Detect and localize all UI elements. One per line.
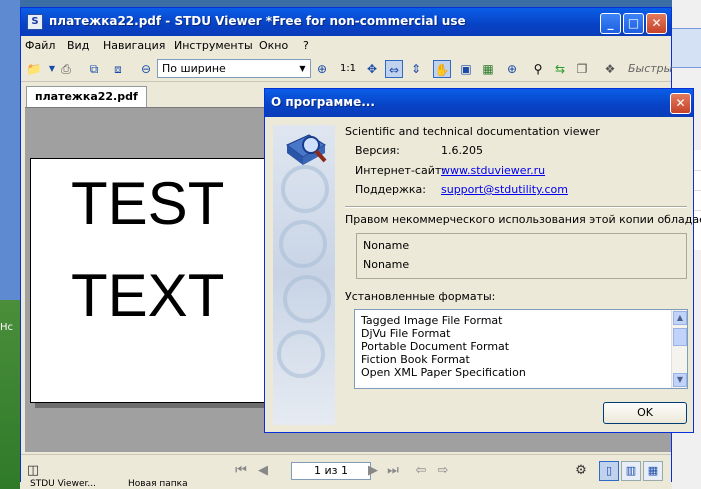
fit-width-icon[interactable]: ⇔: [385, 60, 403, 78]
close-button[interactable]: ✕: [646, 13, 667, 34]
menu-navigation[interactable]: Навигация: [103, 39, 165, 52]
taskbar: STDU Viewer... Новая папка: [20, 479, 672, 489]
taskbar-item-viewer[interactable]: STDU Viewer...: [30, 479, 96, 489]
divider: [345, 206, 687, 208]
print-icon[interactable]: ⎙: [57, 60, 75, 78]
about-dialog: О программе... ✕ Scientific and technica…: [264, 88, 701, 433]
list-item[interactable]: Open XML Paper Specification: [361, 366, 526, 379]
last-page-icon[interactable]: ⏭: [385, 463, 401, 479]
scroll-down-icon[interactable]: ▼: [673, 373, 687, 387]
first-page-icon[interactable]: ⏮: [233, 463, 249, 479]
toolbar: 📁 ▼ ⎙ ⧉ ⧈ ⊖ По ширине ▼ ⊕ 1:1 ✥ ⇔ ⇕ ✋ ▣ …: [21, 56, 672, 82]
dialog-close-button[interactable]: ✕: [670, 93, 691, 114]
zoom-select[interactable]: По ширине ▼: [157, 59, 311, 78]
zoom-out-icon[interactable]: ⊖: [137, 60, 155, 78]
list-item[interactable]: Tagged Image File Format: [361, 314, 502, 327]
select-image-icon[interactable]: ▦: [479, 60, 497, 78]
page-text-line-2: TEXT: [71, 262, 225, 329]
grid-view-icon[interactable]: ▦: [643, 461, 663, 481]
sidebar-toggle-icon[interactable]: ◫: [25, 463, 41, 479]
website-link[interactable]: www.stduviewer.ru: [441, 164, 545, 177]
version-value: 1.6.205: [441, 144, 483, 157]
previous-page-icon[interactable]: ◀: [255, 463, 271, 479]
owner-organization: Noname: [363, 258, 410, 271]
open-folder-icon[interactable]: 📁: [25, 60, 43, 78]
formats-label: Установленные форматы:: [345, 290, 496, 303]
back-icon[interactable]: ⇦: [413, 463, 429, 479]
sync-icon[interactable]: ⇆: [551, 60, 569, 78]
title-bar[interactable]: S платежка22.pdf - STDU Viewer *Free for…: [21, 8, 671, 36]
dialog-title-bar[interactable]: О программе... ✕: [265, 89, 693, 117]
fit-page-icon[interactable]: ✥: [363, 60, 381, 78]
forward-icon[interactable]: ⇨: [435, 463, 451, 479]
version-label: Версия:: [355, 144, 400, 157]
menu-view[interactable]: Вид: [67, 39, 89, 52]
page-text-line-1: TEST: [71, 170, 225, 237]
page-rotate-icon[interactable]: ⧈: [109, 60, 127, 78]
quick-search-label[interactable]: Быстры: [628, 62, 672, 75]
settings-gear-icon[interactable]: ⚙: [573, 463, 589, 479]
product-description: Scientific and technical documentation v…: [345, 125, 600, 138]
two-page-view-icon[interactable]: ▥: [621, 461, 641, 481]
maximize-button[interactable]: □: [623, 13, 644, 34]
list-item[interactable]: DjVu File Format: [361, 327, 450, 340]
license-owner-box: Noname Noname: [356, 233, 687, 279]
scroll-thumb[interactable]: [673, 328, 687, 346]
single-page-view-icon[interactable]: ▯: [599, 461, 619, 481]
taskbar-item-folder[interactable]: Новая папка: [128, 479, 188, 489]
hand-tool-icon[interactable]: ✋: [433, 60, 451, 78]
desktop-background: [0, 0, 20, 300]
zoom-in-icon[interactable]: ⊕: [313, 60, 331, 78]
search-options-icon[interactable]: ❖: [601, 60, 619, 78]
zoom-select-value: По ширине: [162, 62, 226, 75]
copy-icon[interactable]: ❐: [573, 60, 591, 78]
dialog-title: О программе...: [271, 95, 375, 109]
page-number-input[interactable]: 1 из 1: [291, 462, 371, 480]
formats-list[interactable]: Tagged Image File Format DjVu File Forma…: [354, 309, 688, 389]
page-layout-icon[interactable]: ⧉: [85, 60, 103, 78]
support-link[interactable]: support@stdutility.com: [441, 183, 568, 196]
formats-scrollbar[interactable]: ▲ ▼: [671, 310, 687, 388]
minimize-button[interactable]: _: [600, 13, 621, 34]
chevron-down-icon[interactable]: ▼: [295, 60, 310, 77]
scroll-up-icon[interactable]: ▲: [673, 311, 687, 325]
menu-window[interactable]: Окно: [259, 39, 288, 52]
fit-height-icon[interactable]: ⇕: [407, 60, 425, 78]
document-page: TEST TEXT: [30, 158, 273, 403]
stdu-logo-icon: [286, 134, 327, 165]
menu-tools[interactable]: Инструменты: [174, 39, 253, 52]
actual-size-button[interactable]: 1:1: [339, 60, 357, 78]
list-item[interactable]: Portable Document Format: [361, 340, 509, 353]
next-page-icon[interactable]: ▶: [365, 463, 381, 479]
window-title: платежка22.pdf - STDU Viewer *Free for n…: [49, 14, 466, 28]
find-icon[interactable]: ⚲: [529, 60, 547, 78]
license-text: Правом некоммерческого использования это…: [345, 213, 701, 226]
list-item[interactable]: Fiction Book Format: [361, 353, 470, 366]
menu-bar: Файл Вид Навигация Инструменты Окно ?: [21, 36, 671, 56]
menu-help[interactable]: ?: [303, 39, 309, 52]
menu-file[interactable]: Файл: [25, 39, 55, 52]
zoom-tool-icon[interactable]: ⊕: [503, 60, 521, 78]
website-label: Интернет-сайт:: [355, 164, 445, 177]
app-icon: S: [27, 14, 43, 30]
support-label: Поддержка:: [355, 183, 426, 196]
tab-document[interactable]: платежка22.pdf: [26, 86, 147, 107]
owner-name: Noname: [363, 239, 410, 252]
select-text-icon[interactable]: ▣: [457, 60, 475, 78]
ok-button[interactable]: OK: [603, 402, 687, 424]
desktop-label: Нс: [0, 322, 14, 333]
